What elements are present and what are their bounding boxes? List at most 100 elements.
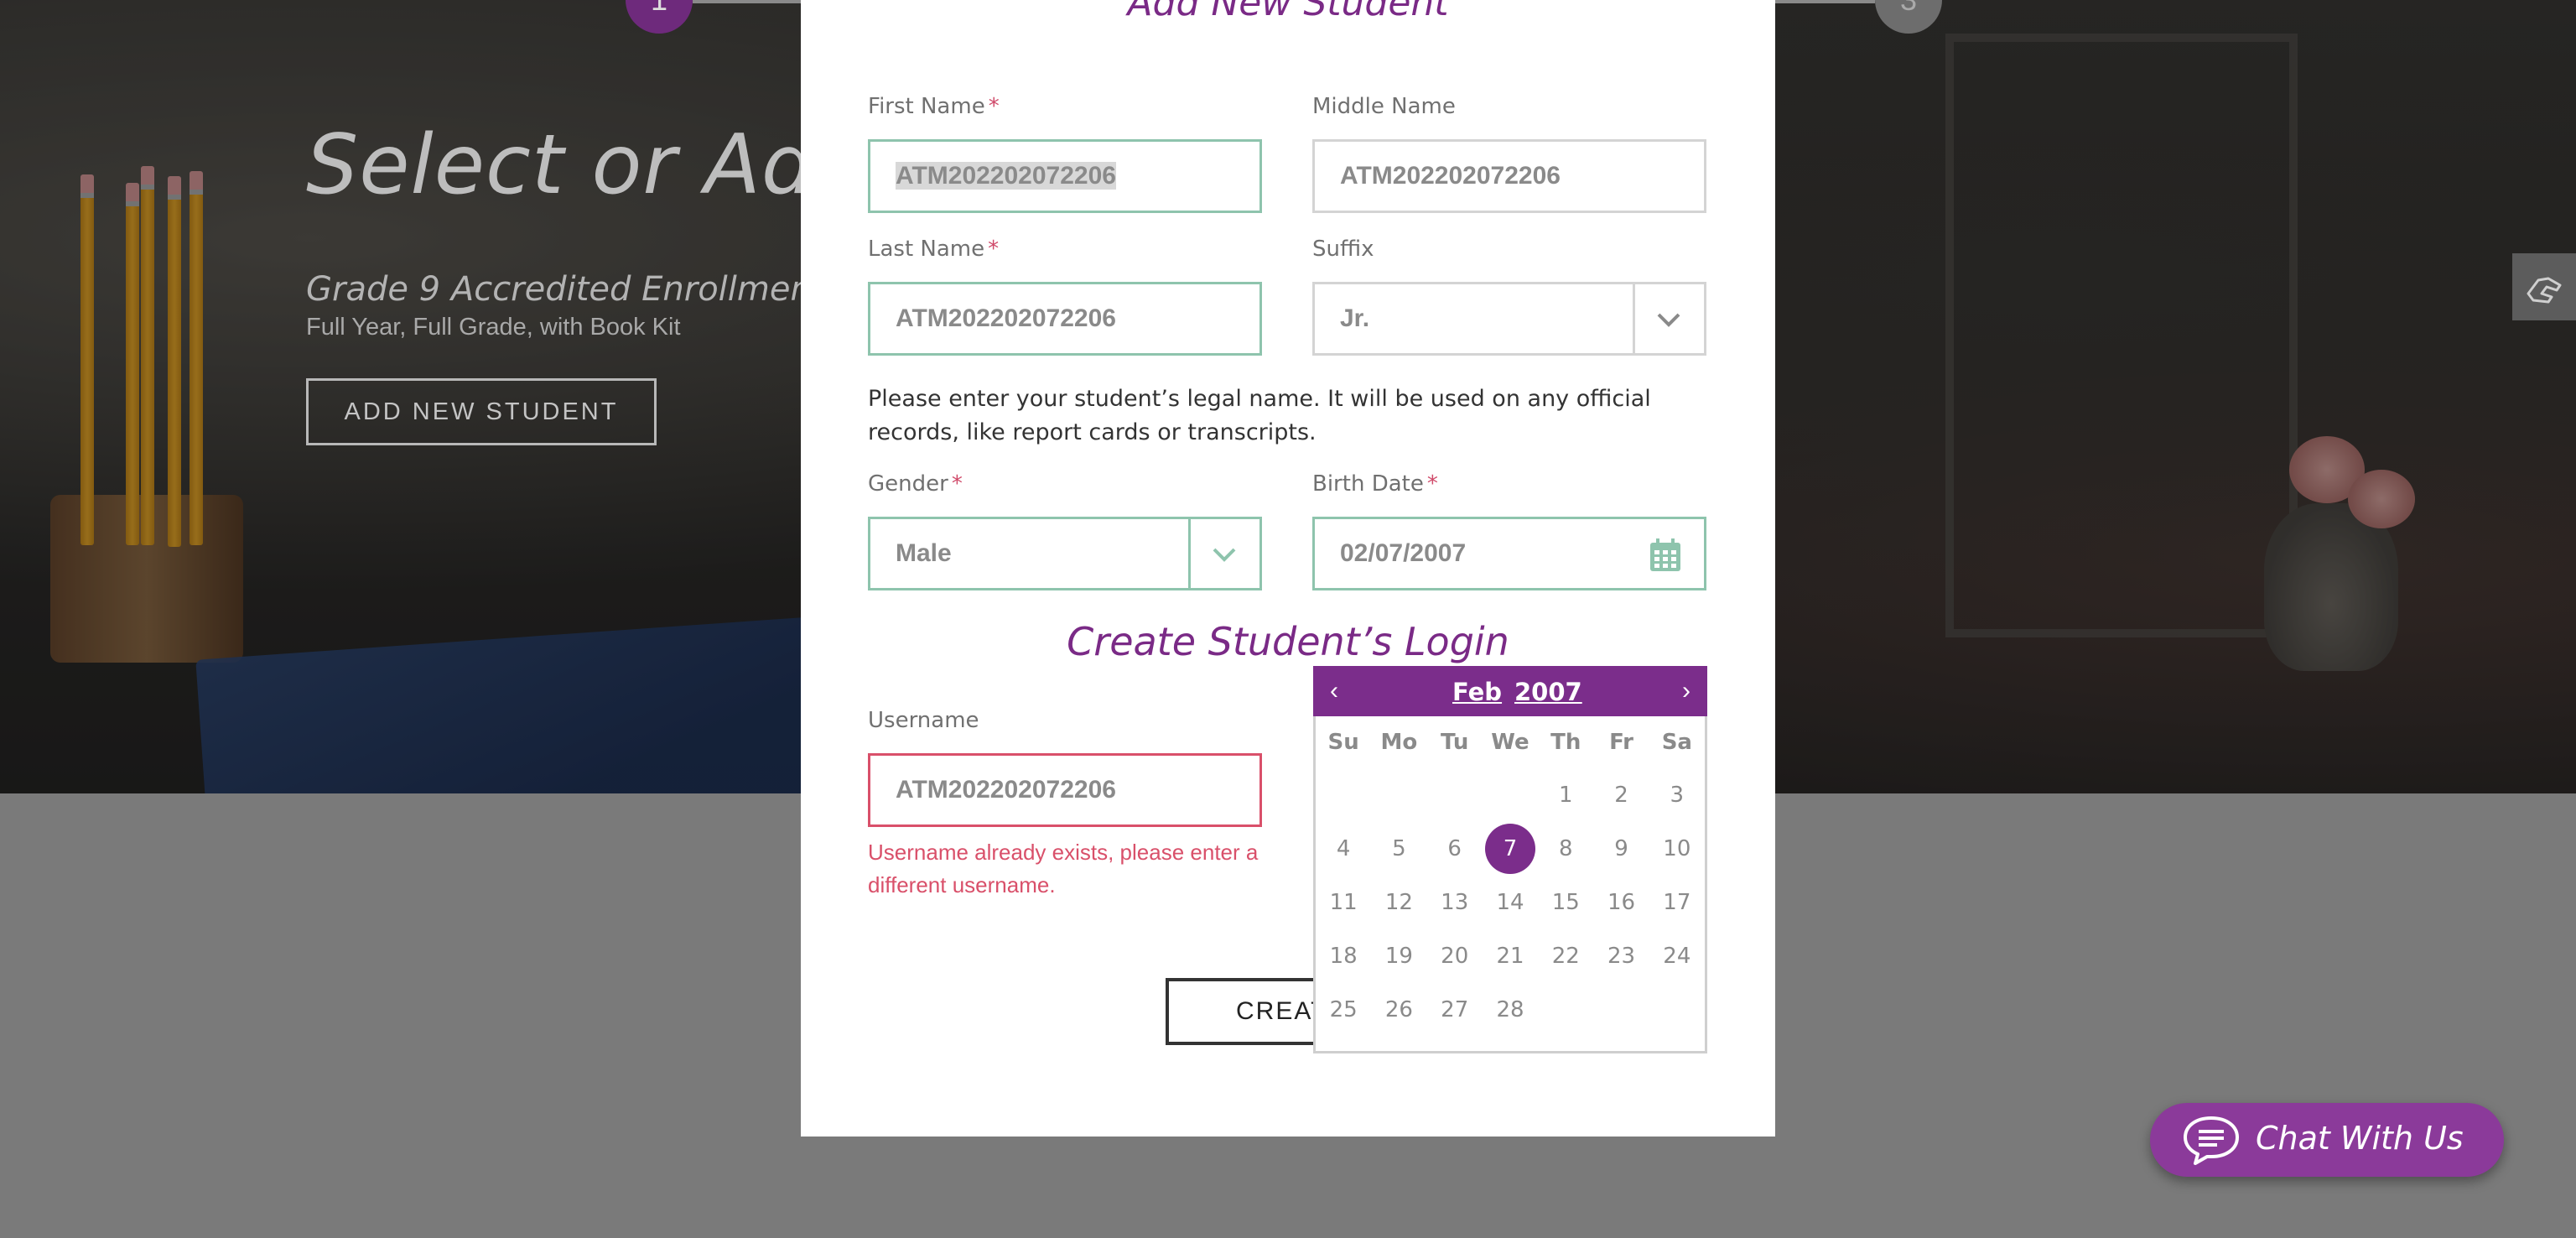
create-login-heading: Create Student’s Login (1067, 619, 1509, 664)
day-label: 10 (1663, 836, 1691, 861)
required-marker: * (951, 471, 963, 497)
day-cell[interactable]: 16 (1593, 890, 1649, 915)
birth-date-label-text: Birth Date (1312, 471, 1424, 497)
day-cell[interactable]: 20 (1427, 944, 1483, 969)
legal-name-help-text: Please enter your student’s legal name. … (868, 386, 1651, 445)
day-label: 12 (1384, 890, 1413, 915)
day-cell[interactable]: 4 (1316, 836, 1371, 861)
day-label: 1 (1558, 783, 1573, 808)
day-cell[interactable]: 11 (1316, 890, 1371, 915)
last-name-input[interactable]: ATM202202072206 (868, 282, 1262, 356)
date-picker-popup: ‹ Feb 2007 › Su Mo Tu We Th Fr Sa 1 2 3 … (1313, 666, 1707, 1053)
add-new-student-button[interactable]: ADD NEW STUDENT (306, 378, 657, 445)
last-name-label: Last Name * (868, 237, 999, 262)
hand-icon (2527, 277, 2562, 304)
gender-label-text: Gender (868, 471, 948, 497)
suffix-label: Suffix (1312, 237, 1374, 262)
day-label: 26 (1384, 997, 1413, 1022)
first-name-value: ATM202202072206 (896, 162, 1116, 190)
suffix-select[interactable]: Jr. (1312, 282, 1706, 356)
day-cell[interactable]: 6 (1427, 836, 1483, 861)
day-cell[interactable]: 5 (1371, 836, 1426, 861)
day-cell[interactable]: 12 (1371, 890, 1426, 915)
day-cell[interactable]: 8 (1538, 836, 1593, 861)
day-label: 28 (1496, 997, 1524, 1022)
day-cell[interactable]: 10 (1649, 836, 1705, 861)
day-cell[interactable]: 22 (1538, 944, 1593, 969)
day-label: 7 (1503, 836, 1518, 861)
week-row: 4 5 6 7 8 9 10 (1316, 822, 1705, 876)
day-cell[interactable]: 27 (1427, 997, 1483, 1022)
day-cell[interactable]: 18 (1316, 944, 1371, 969)
day-cell[interactable]: 17 (1649, 890, 1705, 915)
first-name-label: First Name * (868, 94, 1000, 119)
day-label: 20 (1441, 944, 1469, 969)
day-label: 4 (1336, 836, 1351, 861)
accessibility-tab[interactable] (2512, 253, 2576, 320)
required-marker: * (1426, 471, 1438, 497)
chevron-down-icon (1657, 313, 1680, 327)
middle-name-label: Middle Name (1312, 94, 1456, 119)
week-row: 11 12 13 14 15 16 17 (1316, 876, 1705, 929)
day-label: 15 (1551, 890, 1580, 915)
select-divider (1633, 284, 1635, 353)
step-number-1: 1 (626, 0, 693, 34)
weekday-label: We (1491, 730, 1530, 755)
gender-label: Gender * (868, 471, 963, 497)
day-cell[interactable]: 24 (1649, 944, 1705, 969)
day-label: 18 (1329, 944, 1358, 969)
day-label: 17 (1663, 890, 1691, 915)
weekday-label: Th (1550, 730, 1581, 755)
username-error-message: Username already exists, please enter a … (868, 840, 1259, 897)
day-cell[interactable]: 3 (1649, 783, 1705, 808)
suffix-value: Jr. (1340, 304, 1370, 332)
required-marker: * (988, 94, 1000, 119)
weekday-label: Sa (1661, 730, 1692, 755)
day-label: 11 (1329, 890, 1358, 915)
date-picker-grid: Su Mo Tu We Th Fr Sa 1 2 3 4 5 6 7 8 9 1… (1316, 716, 1705, 1037)
next-month-button[interactable]: › (1665, 666, 1707, 716)
course-subtitle: Full Year, Full Grade, with Book Kit (306, 314, 681, 341)
weekday-label: Mo (1380, 730, 1418, 755)
course-title: Grade 9 Accredited Enrollment (306, 270, 825, 309)
last-name-label-text: Last Name (868, 237, 985, 262)
chat-bubble-icon (2184, 1116, 2239, 1165)
select-divider (1188, 519, 1191, 588)
day-cell[interactable]: 1 (1538, 783, 1593, 808)
day-cell[interactable]: 26 (1371, 997, 1426, 1022)
weekday-label: Tu (1441, 730, 1469, 755)
day-label: 3 (1670, 783, 1685, 808)
day-label: 9 (1614, 836, 1628, 861)
username-input[interactable]: ATM202202072206 (868, 753, 1262, 827)
day-label: 5 (1392, 836, 1406, 861)
gender-select[interactable]: Male (868, 517, 1262, 590)
day-cell[interactable]: 14 (1483, 890, 1538, 915)
month-selector[interactable]: Feb (1452, 678, 1502, 706)
day-cell[interactable]: 25 (1316, 997, 1371, 1022)
day-cell[interactable]: 23 (1593, 944, 1649, 969)
day-cell[interactable]: 15 (1538, 890, 1593, 915)
day-cell[interactable]: 2 (1593, 783, 1649, 808)
birth-date-label: Birth Date * (1312, 471, 1438, 497)
first-name-input[interactable]: ATM202202072206 (868, 139, 1262, 213)
day-label: 2 (1614, 783, 1628, 808)
day-label: 27 (1441, 997, 1469, 1022)
previous-month-button[interactable]: ‹ (1313, 666, 1355, 716)
day-label: 25 (1329, 997, 1358, 1022)
week-row: 25 26 27 28 (1316, 983, 1705, 1037)
day-cell[interactable]: 13 (1427, 890, 1483, 915)
day-cell[interactable]: 19 (1371, 944, 1426, 969)
day-cell[interactable]: 28 (1483, 997, 1538, 1022)
chat-with-us-button[interactable]: Chat With Us (2150, 1103, 2504, 1177)
day-cell[interactable]: 21 (1483, 944, 1538, 969)
day-cell[interactable]: 9 (1593, 836, 1649, 861)
day-cell-selected[interactable]: 7 (1483, 824, 1538, 874)
calendar-icon[interactable] (1649, 538, 1682, 573)
year-selector[interactable]: 2007 (1514, 678, 1582, 706)
gender-value: Male (896, 539, 952, 567)
middle-name-input[interactable]: ATM202202072206 (1312, 139, 1706, 213)
birth-date-input[interactable]: 02/07/2007 (1312, 517, 1706, 590)
week-row: 1 2 3 (1316, 768, 1705, 822)
day-label: 21 (1496, 944, 1524, 969)
first-name-label-text: First Name (868, 94, 985, 119)
